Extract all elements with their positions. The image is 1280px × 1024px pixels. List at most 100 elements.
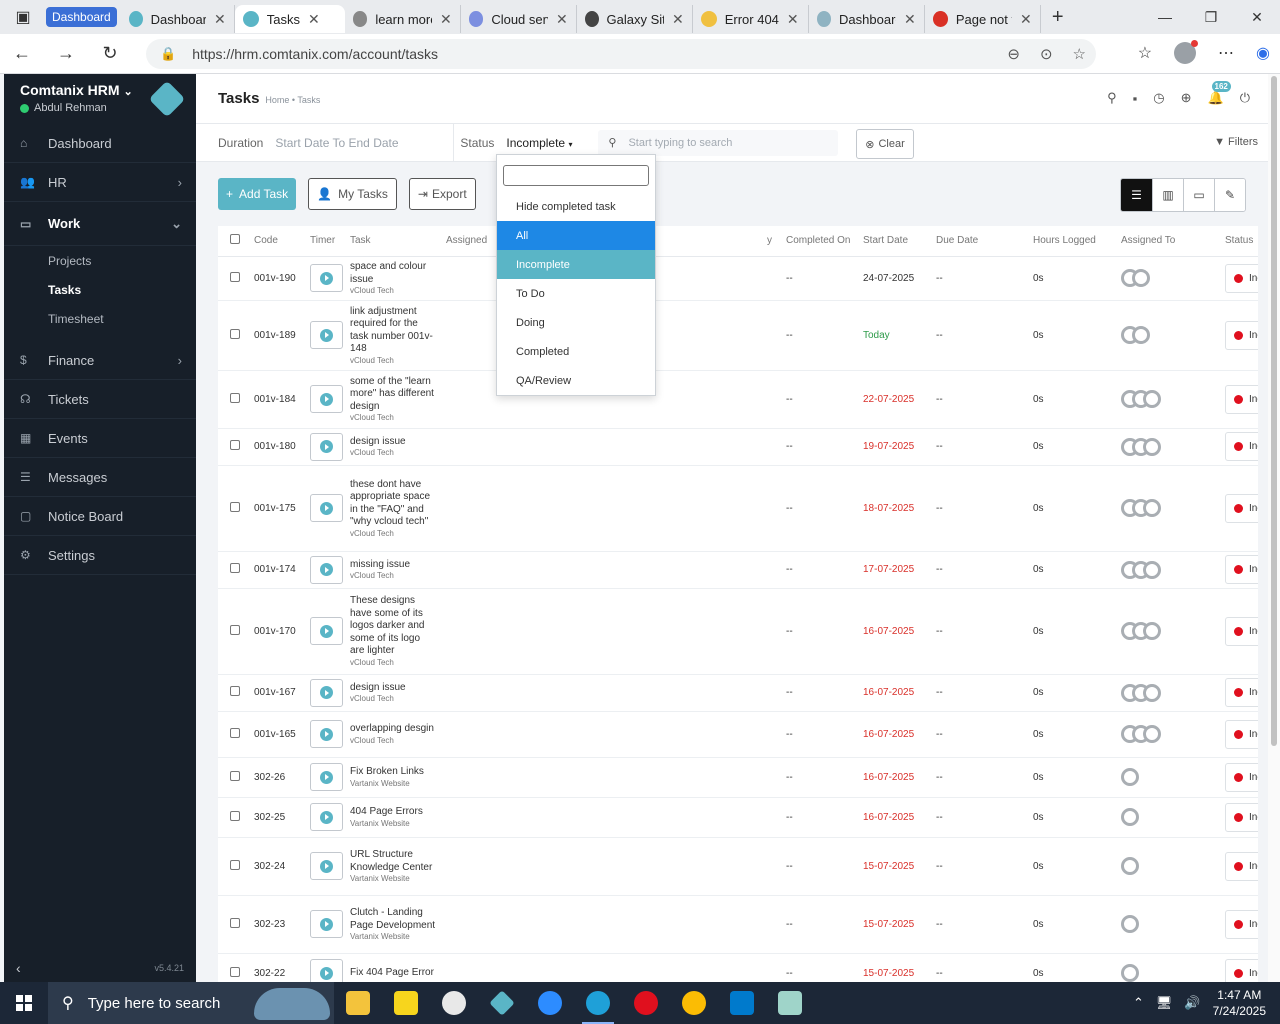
status-dropdown[interactable]: Incomplete▾ [1225,320,1258,350]
clear-button[interactable]: ⊗ Clear [856,129,914,159]
browser-tab[interactable]: Page not f ✕ [925,5,1041,33]
row-checkbox[interactable] [230,440,240,450]
dropdown-option-completed[interactable]: Completed [497,337,655,366]
status-dropdown[interactable]: Incomplete▾ [1225,678,1258,707]
brand-block[interactable]: Comtanix HRM ⌄ Abdul Rehman [4,74,196,122]
avatar[interactable] [1121,857,1139,875]
calendar-view-icon[interactable]: ▭ [1183,179,1214,211]
scrollbar-thumb[interactable] [1271,76,1277,746]
row-checkbox[interactable] [230,917,240,928]
notes-app-icon[interactable] [766,982,814,1024]
browser-tab[interactable]: Galaxy Site ✕ [577,5,693,33]
table-row[interactable]: 001v-170 These designs have some of its l… [218,588,1258,675]
table-row[interactable]: 302-26 Fix Broken Links Vartanix Website --… [218,757,1258,798]
status-dropdown[interactable]: Incomplete▾ [1225,909,1258,939]
status-dropdown[interactable]: Incomplete▾ [1225,958,1258,982]
url-text[interactable]: https://hrm.comtanix.com/account/tasks [192,46,438,62]
sidebar-item-finance[interactable]: $ Finance › [4,341,196,380]
close-tab-icon[interactable]: ✕ [308,11,320,28]
tab-actions-icon[interactable]: ▣ [0,0,46,34]
opera-icon[interactable] [622,982,670,1024]
start-button[interactable] [0,982,48,1024]
start-timer-button[interactable] [310,959,343,982]
vscode-icon[interactable] [718,982,766,1024]
start-timer-button[interactable] [310,321,343,349]
status-dropdown[interactable]: Incomplete▾ [1225,555,1258,584]
table-row[interactable]: 302-24 URL Structure Knowledge Center Vart… [218,837,1258,896]
sidebar-subitem-tasks[interactable]: Tasks [4,275,196,304]
table-row[interactable]: 001v-180 design issue vCloud Tech -- 19-07-2… [218,428,1258,466]
dropdown-option-to-do[interactable]: To Do [497,279,655,308]
close-tab-icon[interactable]: ✕ [1020,11,1032,28]
column-header-timer[interactable]: Timer [306,226,346,257]
task-name-link[interactable]: design issue [350,436,436,449]
start-timer-button[interactable] [310,385,343,413]
chevron-up-icon[interactable]: ⌃ [1133,995,1144,1011]
close-tab-icon[interactable]: ✕ [904,11,916,28]
dropdown-search-input[interactable] [503,165,649,186]
pin-icon[interactable]: ✎ [1214,179,1245,211]
status-dropdown[interactable]: Incomplete▾ [1225,493,1258,523]
more-menu-icon[interactable]: ⋯ [1218,43,1234,63]
dropdown-option-qa-review[interactable]: QA/Review [497,366,655,395]
tab-title[interactable]: Dashboard [839,12,896,27]
dropdown-option-all[interactable]: All [497,221,655,250]
table-row[interactable]: 001v-175 these dont have appropriate spac… [218,465,1258,552]
chevron-down-icon[interactable]: ⌄ [123,86,132,98]
close-tab-icon[interactable]: ✕ [787,11,799,28]
browser-tab[interactable]: Error 404 ✕ [693,5,809,33]
table-row[interactable]: 001v-189 link adjustment required for the… [218,300,1258,371]
tab-group-label[interactable]: Dashboard [46,7,117,27]
column-header-completed-on[interactable]: Completed On [782,226,859,257]
export-button[interactable]: ⇥ Export [408,178,476,210]
board-view-icon[interactable]: ▥ [1152,179,1183,211]
close-tab-icon[interactable]: ✕ [440,11,452,28]
avatar[interactable] [1143,390,1161,408]
avatar[interactable] [1143,560,1161,579]
favorites-icon[interactable]: ☆ [1138,43,1152,63]
tab-title[interactable]: Dashboard [151,12,206,27]
status-dropdown[interactable]: Incomplete▾ [1225,263,1258,293]
dropdown-option-hide-completed-task[interactable]: Hide completed task [497,192,655,221]
table-row[interactable]: 001v-190 space and colour issue vCloud Tec… [218,256,1258,301]
clock[interactable]: 1:47 AM 7/24/2025 [1213,987,1266,1019]
browser-tab[interactable]: learn more ✕ [345,5,461,33]
close-window-icon[interactable]: ✕ [1234,0,1280,34]
sidebar-item-settings[interactable]: ⚙ Settings [4,536,196,575]
file-explorer-icon[interactable] [334,982,382,1024]
caret-down-icon[interactable]: ▾ [568,140,572,149]
row-checkbox[interactable] [230,624,240,635]
favorite-star-icon[interactable]: ☆ [1073,45,1086,63]
task-name-link[interactable]: design issue [350,682,436,695]
back-icon[interactable]: ← [0,43,44,64]
table-row[interactable]: 302-22 Fix 404 Page Error -- 15-07-2025 -- 0s… [218,953,1258,982]
tab-title[interactable]: learn more [375,12,432,27]
volume-icon[interactable]: 🔊 [1184,995,1200,1011]
status-dropdown[interactable]: Incomplete▾ [1225,384,1258,414]
status-select[interactable]: Incomplete ▾ [506,136,586,150]
start-timer-button[interactable] [310,763,343,791]
paint-icon[interactable] [430,982,478,1024]
start-timer-button[interactable] [310,264,343,292]
avatar[interactable] [1121,964,1139,982]
task-name-link[interactable]: missing issue [350,559,436,572]
profile-avatar[interactable] [1174,40,1199,64]
new-tab-button[interactable]: + [1041,6,1075,29]
row-checkbox[interactable] [230,686,240,696]
tab-title[interactable]: Galaxy Site [607,12,664,27]
sticky-notes-icon[interactable] [382,982,430,1024]
start-timer-button[interactable] [310,432,343,461]
status-dropdown[interactable]: Incomplete▾ [1225,616,1258,646]
row-checkbox[interactable] [230,328,240,339]
sidebar-subitem-projects[interactable]: Projects [4,246,196,275]
task-name-link[interactable]: space and colour issue [350,261,436,286]
power-icon[interactable]: ⏻ [1240,90,1250,106]
row-checkbox[interactable] [230,271,240,282]
start-timer-button[interactable] [310,803,343,831]
status-dropdown[interactable]: Incomplete▾ [1225,719,1258,749]
start-timer-button[interactable] [310,678,343,707]
browser-tab[interactable]: Dashboard ✕ [121,5,235,33]
taskbar-search-input[interactable]: ⚲ Type here to search [48,982,334,1024]
avatar[interactable] [1121,768,1139,786]
sidebar-item-dashboard[interactable]: ⌂ Dashboard [4,124,196,163]
